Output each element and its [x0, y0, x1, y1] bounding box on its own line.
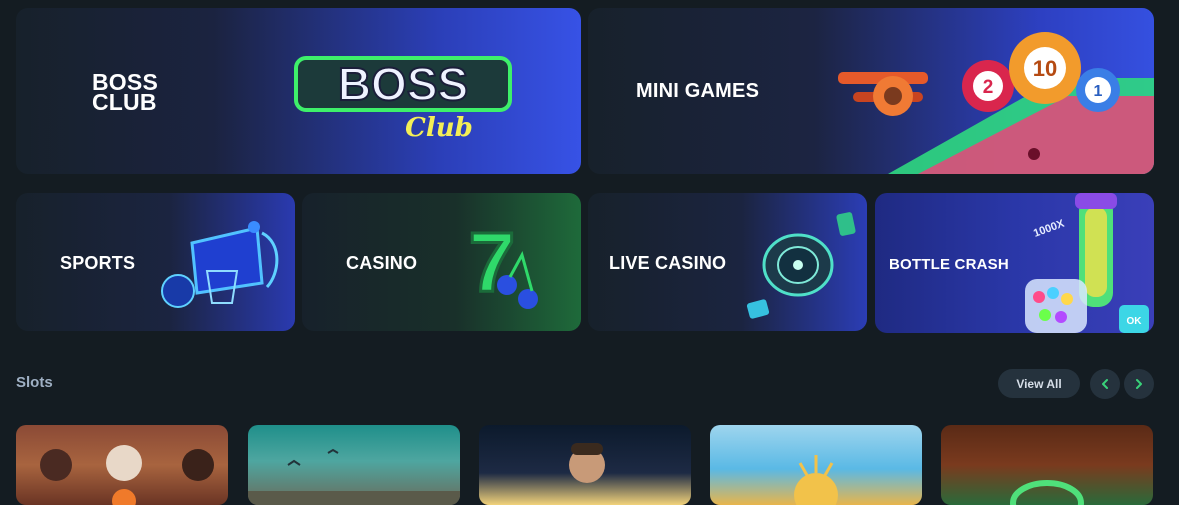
chevron-right-icon [1136, 379, 1142, 389]
slot-game-thumbnail[interactable] [248, 425, 460, 505]
boss-club-logo: BOSS Club [294, 56, 512, 143]
bottle-crash-label: BOTTLE CRASH [889, 256, 1009, 273]
svg-text:1: 1 [1094, 83, 1103, 100]
casino-label: CASINO [346, 253, 418, 273]
svg-text:2: 2 [983, 77, 994, 98]
boss-logo-subtext: Club [405, 113, 473, 143]
slot-art [794, 455, 838, 505]
slot-game-thumbnail[interactable] [479, 425, 691, 505]
slots-section-title: Slots [16, 374, 53, 391]
lucky-seven-icon: 7 [467, 214, 538, 311]
boss-club-card[interactable]: BOSS CLUB BOSS Club [16, 8, 581, 174]
roulette-wheel-icon [746, 212, 856, 319]
lottery-ball-10: 10 [1009, 32, 1081, 104]
airplane-icon [838, 72, 928, 116]
sports-label: SPORTS [60, 253, 136, 273]
mini-games-card[interactable]: MINI GAMES 2 10 1 [588, 8, 1154, 174]
slot-game-thumbnail[interactable] [941, 425, 1153, 505]
basketball-hoop-icon [161, 221, 279, 308]
sports-card[interactable]: SPORTS [16, 193, 295, 331]
slot-art [248, 448, 460, 505]
bottle-crash-card[interactable]: BOTTLE CRASH 1000X OK [875, 193, 1154, 333]
view-all-button[interactable]: View All [998, 369, 1080, 398]
multiplier-text: 1000X [1032, 217, 1067, 239]
boss-club-label: BOSS CLUB [92, 69, 158, 115]
slot-game-thumbnail[interactable] [16, 425, 228, 505]
slot-art [40, 445, 214, 505]
lottery-ball-1: 1 [1076, 68, 1120, 112]
lottery-ball-2: 2 [962, 60, 1014, 112]
boss-logo-text: BOSS [338, 58, 468, 110]
live-casino-card[interactable]: LIVE CASINO [588, 193, 867, 331]
svg-text:10: 10 [1033, 56, 1057, 81]
casino-card[interactable]: CASINO 7 [302, 193, 581, 331]
mini-games-art: 2 10 1 [838, 32, 1154, 174]
slot-game-thumbnail[interactable] [710, 425, 922, 505]
slot-art [1010, 480, 1084, 505]
slot-art [569, 443, 605, 483]
prev-slots-button[interactable] [1090, 369, 1120, 399]
next-slots-button[interactable] [1124, 369, 1154, 399]
chevron-left-icon [1102, 379, 1108, 389]
mini-games-label: MINI GAMES [636, 80, 760, 102]
bottle-crash-art: 1000X OK [1025, 193, 1149, 333]
ok-badge: OK [1127, 316, 1143, 327]
live-casino-label: LIVE CASINO [609, 253, 727, 273]
